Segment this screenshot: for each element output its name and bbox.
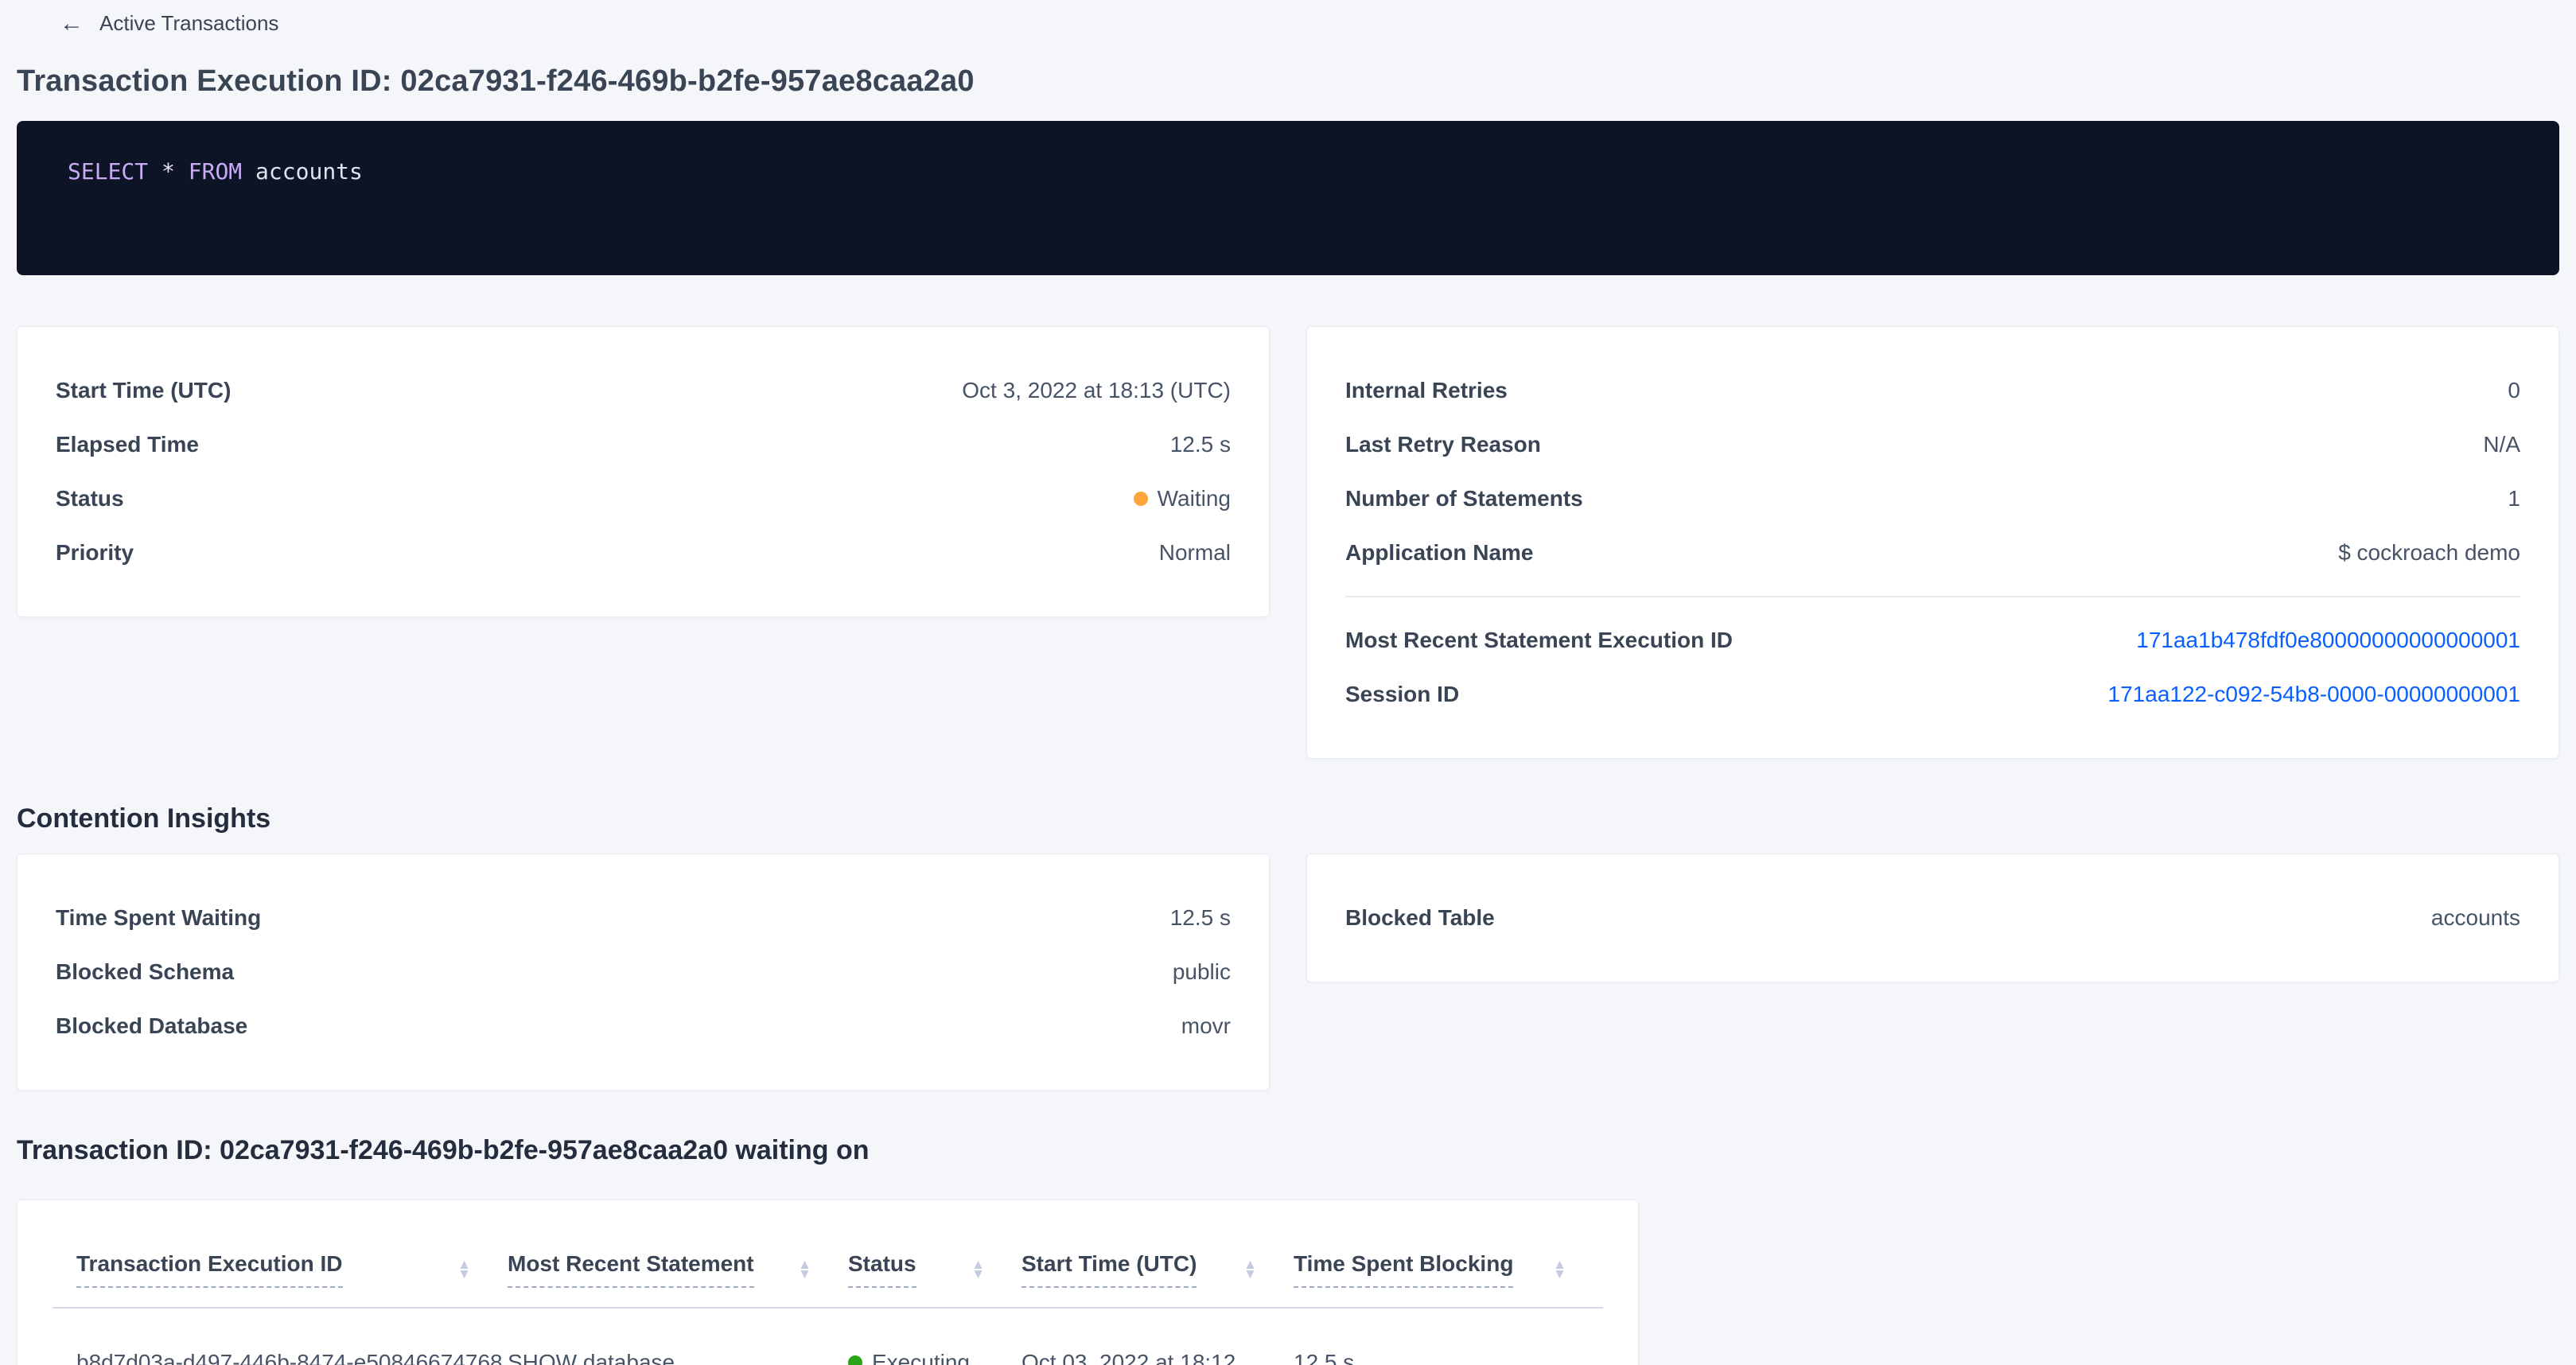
column-header-label[interactable]: Most Recent Statement: [508, 1251, 754, 1288]
kv-value: movr: [1181, 1013, 1231, 1039]
page-title: Transaction Execution ID: 02ca7931-f246-…: [17, 64, 2559, 99]
kv-row-elapsed-time: Elapsed Time 12.5 s: [56, 418, 1231, 472]
kv-label: Session ID: [1345, 682, 1459, 707]
status-executing-dot-icon: [848, 1355, 862, 1365]
kv-row-internal-retries: Internal Retries 0: [1345, 364, 2520, 418]
column-header-label[interactable]: Status: [848, 1251, 916, 1288]
waiting-on-heading: Transaction ID: 02ca7931-f246-469b-b2fe-…: [17, 1135, 2559, 1166]
overview-card-left: Start Time (UTC) Oct 3, 2022 at 18:13 (U…: [17, 326, 1270, 617]
breadcrumb-label[interactable]: Active Transactions: [99, 11, 278, 36]
kv-row-blocked-schema: Blocked Schema public: [56, 945, 1231, 999]
sort-icon[interactable]: ▲▼: [1553, 1261, 1566, 1278]
kv-value: public: [1173, 959, 1231, 985]
column-header-start-time: Start Time (UTC) ▲▼: [1021, 1251, 1294, 1288]
kv-label: Internal Retries: [1345, 378, 1508, 403]
waiting-on-table: Transaction Execution ID ▲▼ Most Recent …: [17, 1200, 1639, 1365]
kv-row-blocked-table: Blocked Table accounts: [1345, 891, 2520, 945]
kv-value: 12.5 s: [1170, 432, 1231, 457]
sort-icon[interactable]: ▲▼: [1243, 1261, 1257, 1278]
kv-label: Status: [56, 486, 124, 511]
cell-start-time: Oct 03, 2022 at 18:12: [1021, 1350, 1294, 1365]
kv-label: Blocked Database: [56, 1013, 247, 1039]
column-header-label[interactable]: Start Time (UTC): [1021, 1251, 1197, 1288]
kv-row-application-name: Application Name $ cockroach demo: [1345, 526, 2520, 580]
kv-label: Application Name: [1345, 540, 1533, 566]
cell-status: Executing: [848, 1350, 1021, 1365]
kv-row-last-retry-reason: Last Retry Reason N/A: [1345, 418, 2520, 472]
transaction-execution-details-page: ← Active Transactions Transaction Execut…: [0, 0, 2576, 1365]
column-header-label[interactable]: Time Spent Blocking: [1294, 1251, 1513, 1288]
kv-value: 1: [2508, 486, 2520, 511]
sql-table-name: accounts: [255, 158, 363, 185]
kv-row-session-id: Session ID 171aa122-c092-54b8-0000-00000…: [1345, 667, 2520, 721]
kv-label: Start Time (UTC): [56, 378, 231, 403]
sort-icon[interactable]: ▲▼: [457, 1261, 471, 1278]
table-header-row: Transaction Execution ID ▲▼ Most Recent …: [53, 1219, 1603, 1309]
kv-value: $ cockroach demo: [2338, 540, 2520, 566]
cell-most-recent-statement: SHOW database: [508, 1350, 848, 1365]
kv-row-number-of-statements: Number of Statements 1: [1345, 472, 2520, 526]
sql-keyword-from: FROM: [189, 158, 242, 185]
kv-label: Last Retry Reason: [1345, 432, 1541, 457]
contention-card-left: Time Spent Waiting 12.5 s Blocked Schema…: [17, 854, 1270, 1091]
kv-value: 0: [2508, 378, 2520, 403]
kv-row-status: Status Waiting: [56, 472, 1231, 526]
status-text: Waiting: [1158, 486, 1231, 511]
status-text: Executing: [872, 1350, 970, 1365]
statement-execution-id-link[interactable]: 171aa1b478fdf0e80000000000000001: [2136, 628, 2520, 653]
cell-time-spent-blocking: 12.5 s: [1294, 1350, 1603, 1365]
kv-label: Number of Statements: [1345, 486, 1583, 511]
sort-icon[interactable]: ▲▼: [971, 1261, 985, 1278]
kv-label: Time Spent Waiting: [56, 905, 261, 931]
kv-label: Priority: [56, 540, 134, 566]
overview-card-right: Internal Retries 0 Last Retry Reason N/A…: [1306, 326, 2559, 759]
kv-value: N/A: [2483, 432, 2520, 457]
column-header-status: Status ▲▼: [848, 1251, 1021, 1288]
kv-value: Oct 3, 2022 at 18:13 (UTC): [962, 378, 1231, 403]
kv-value: Normal: [1159, 540, 1231, 566]
kv-label: Blocked Schema: [56, 959, 234, 985]
contention-insights-heading: Contention Insights: [17, 803, 2559, 834]
kv-label: Most Recent Statement Execution ID: [1345, 628, 1733, 653]
kv-label: Blocked Table: [1345, 905, 1495, 931]
sort-icon[interactable]: ▲▼: [798, 1261, 811, 1278]
kv-row-priority: Priority Normal: [56, 526, 1231, 580]
kv-row-statement-execution-id: Most Recent Statement Execution ID 171aa…: [1345, 613, 2520, 667]
status-waiting-dot-icon: [1134, 492, 1148, 506]
column-header-label[interactable]: Transaction Execution ID: [76, 1251, 343, 1288]
kv-row-start-time: Start Time (UTC) Oct 3, 2022 at 18:13 (U…: [56, 364, 1231, 418]
kv-value: accounts: [2431, 905, 2520, 931]
column-header-most-recent-statement: Most Recent Statement ▲▼: [508, 1251, 848, 1288]
sql-star-operator: *: [161, 158, 175, 185]
table-row: b8d7d03a-d497-446b-8474-e50846674768 SHO…: [53, 1309, 1603, 1365]
sql-statement-box: SELECT * FROM accounts: [17, 121, 2559, 275]
kv-row-time-spent-waiting: Time Spent Waiting 12.5 s: [56, 891, 1231, 945]
back-arrow-icon[interactable]: ←: [60, 12, 84, 36]
kv-label: Elapsed Time: [56, 432, 199, 457]
column-header-time-spent-blocking: Time Spent Blocking ▲▼: [1294, 1251, 1603, 1288]
kv-value: 12.5 s: [1170, 905, 1231, 931]
sql-statement-text: SELECT * FROM accounts: [68, 158, 363, 185]
card-divider: [1345, 596, 2520, 597]
breadcrumb[interactable]: ← Active Transactions: [17, 8, 2559, 36]
sql-keyword-select: SELECT: [68, 158, 148, 185]
column-header-transaction-execution-id: Transaction Execution ID ▲▼: [53, 1251, 508, 1288]
status-badge: Waiting: [1134, 486, 1231, 511]
cell-transaction-execution-id: b8d7d03a-d497-446b-8474-e50846674768: [53, 1350, 508, 1365]
contention-card-right: Blocked Table accounts: [1306, 854, 2559, 982]
contention-cards-row: Time Spent Waiting 12.5 s Blocked Schema…: [17, 854, 2559, 1091]
overview-cards-row: Start Time (UTC) Oct 3, 2022 at 18:13 (U…: [17, 326, 2559, 759]
kv-row-blocked-database: Blocked Database movr: [56, 999, 1231, 1053]
session-id-link[interactable]: 171aa122-c092-54b8-0000-00000000001: [2108, 682, 2520, 707]
